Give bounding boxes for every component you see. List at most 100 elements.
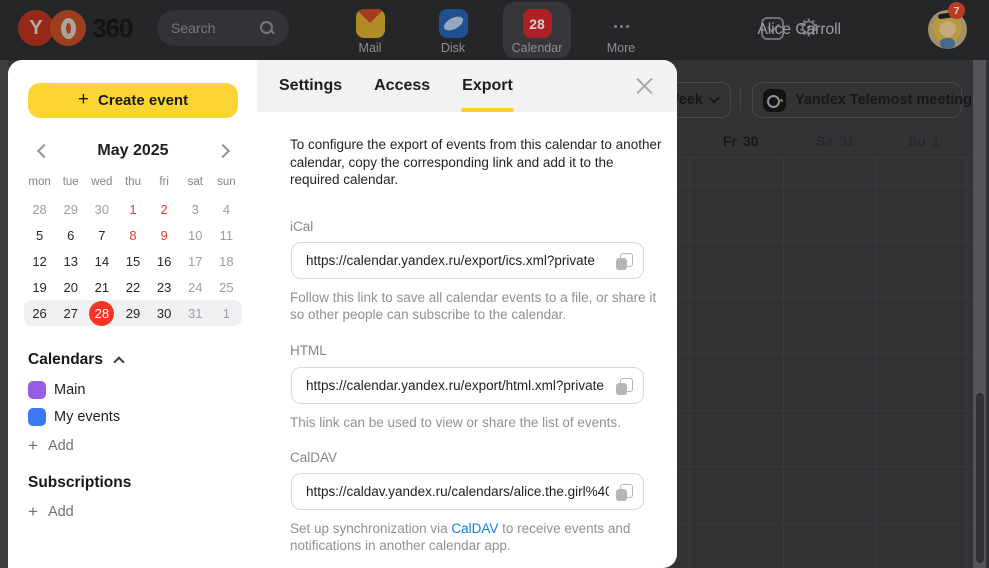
minical-day[interactable]: 17 <box>183 249 208 274</box>
chevron-up-icon <box>113 356 125 368</box>
minical-day[interactable]: 31 <box>183 301 208 326</box>
notification-badge: 7 <box>948 2 965 19</box>
minical-day[interactable]: 19 <box>27 275 52 300</box>
copy-icon[interactable] <box>616 253 633 270</box>
ical-url-input[interactable] <box>292 243 643 278</box>
add-calendar-button[interactable]: + Add <box>28 436 74 456</box>
html-label: HTML <box>290 343 327 358</box>
grid-line <box>677 241 975 242</box>
yandex-360-logo[interactable]: Y 360 <box>18 10 133 46</box>
disk-icon <box>438 9 468 38</box>
calendar-color-swatch <box>28 408 46 426</box>
copy-icon[interactable] <box>616 378 633 395</box>
minical-weekday: sat <box>187 176 203 188</box>
grid-line <box>783 157 784 568</box>
app-more[interactable]: More <box>587 2 655 58</box>
tab-access[interactable]: Access <box>374 60 430 112</box>
minical-day[interactable]: 21 <box>89 275 114 300</box>
close-icon[interactable] <box>636 78 653 95</box>
minical-day[interactable]: 28 <box>27 197 52 222</box>
user-name[interactable]: Alice Carroll <box>757 0 841 60</box>
grid-line <box>677 157 975 158</box>
caldav-link[interactable]: CalDAV <box>451 521 498 536</box>
minical-day[interactable]: 4 <box>214 197 239 222</box>
app-disk[interactable]: Disk <box>419 2 487 58</box>
minical-week-row: 5 6 7 8 9 10 11 <box>24 222 242 248</box>
minical-title: May 2025 <box>97 142 169 159</box>
minical-day[interactable]: 15 <box>120 249 145 274</box>
minical-day[interactable]: 1 <box>214 301 239 326</box>
search-icon[interactable] <box>259 20 275 36</box>
next-month-chevron-icon[interactable] <box>218 145 230 157</box>
grid-line <box>689 157 690 568</box>
minical-day[interactable]: 6 <box>58 223 83 248</box>
create-event-button[interactable]: + Create event <box>28 83 238 118</box>
grid-line <box>876 157 877 568</box>
calendar-item-my-events[interactable]: My events <box>28 408 120 426</box>
minical-day[interactable]: 14 <box>89 249 114 274</box>
plus-icon: + <box>28 436 38 455</box>
minical-day[interactable]: 23 <box>152 275 177 300</box>
ical-help-text: Follow this link to save all calendar ev… <box>290 290 657 322</box>
minical-day[interactable]: 9 <box>152 223 177 248</box>
minical-day[interactable]: 10 <box>183 223 208 248</box>
tab-settings[interactable]: Settings <box>279 60 342 112</box>
minical-day[interactable]: 30 <box>89 197 114 222</box>
minical-day[interactable]: 5 <box>27 223 52 248</box>
minical-day[interactable]: 22 <box>120 275 145 300</box>
minical-day[interactable]: 2 <box>152 197 177 222</box>
grid-line <box>677 353 975 354</box>
minical-weekday: sun <box>217 176 236 188</box>
html-help-text: This link can be used to view or share t… <box>290 415 621 430</box>
minical-day[interactable]: 11 <box>214 223 239 248</box>
grid-line <box>677 466 975 467</box>
export-intro-text: To configure the export of events from t… <box>290 137 662 187</box>
minical-day[interactable]: 30 <box>152 301 177 326</box>
copy-icon[interactable] <box>616 484 633 501</box>
app-mail[interactable]: Mail <box>336 2 404 58</box>
minical-day[interactable]: 1 <box>120 197 145 222</box>
grid-line <box>677 523 975 524</box>
minical-day[interactable]: 3 <box>183 197 208 222</box>
minical-weekday: thu <box>124 176 141 188</box>
chevron-down-icon <box>708 92 720 104</box>
minical-day[interactable]: 29 <box>120 301 145 326</box>
yandex-o-icon <box>50 10 86 46</box>
minical-week-row: 28 29 30 1 2 3 4 <box>24 196 242 222</box>
mail-icon <box>355 9 385 38</box>
minical-day[interactable]: 8 <box>120 223 145 248</box>
app-calendar[interactable]: 28 Calendar <box>503 2 571 58</box>
minical-day[interactable]: 16 <box>152 249 177 274</box>
calendars-section-header[interactable]: Calendars <box>28 351 125 369</box>
minical-day[interactable]: 28 <box>89 300 115 326</box>
caldav-url-input[interactable] <box>292 474 643 509</box>
minical-day[interactable]: 7 <box>89 223 114 248</box>
add-subscription-button[interactable]: + Add <box>28 502 74 522</box>
minical-day[interactable]: 24 <box>183 275 208 300</box>
modal-tab-bar: Settings Access Export <box>257 60 677 112</box>
scrollbar-track[interactable] <box>973 60 986 568</box>
calendar-item-main[interactable]: Main <box>28 381 85 399</box>
search-box[interactable] <box>157 10 289 46</box>
telemost-label: Yandex Telemost meeting <box>795 92 973 108</box>
minical-week-row: 26 27 28 29 30 31 1 <box>24 300 242 326</box>
minical-day[interactable]: 18 <box>214 249 239 274</box>
brand-360: 360 <box>92 12 133 43</box>
minical-day[interactable]: 27 <box>58 301 83 326</box>
minical-day[interactable]: 25 <box>214 275 239 300</box>
minical-day[interactable]: 26 <box>27 301 52 326</box>
calendar-icon: 28 <box>522 9 552 38</box>
subscriptions-section-header: Subscriptions <box>28 474 132 491</box>
grid-line <box>677 185 975 186</box>
day-header-sa: Sa 31 <box>816 133 855 149</box>
minical-day[interactable]: 20 <box>58 275 83 300</box>
minical-day[interactable]: 12 <box>27 249 52 274</box>
tab-export[interactable]: Export <box>461 60 514 112</box>
scrollbar-thumb[interactable] <box>975 393 984 563</box>
minical-day[interactable]: 13 <box>58 249 83 274</box>
telemost-meeting-button[interactable]: Yandex Telemost meeting <box>752 82 972 118</box>
minical-day[interactable]: 29 <box>58 197 83 222</box>
search-input[interactable] <box>171 20 259 36</box>
html-url-input[interactable] <box>292 368 643 403</box>
prev-month-chevron-icon[interactable] <box>36 145 48 157</box>
